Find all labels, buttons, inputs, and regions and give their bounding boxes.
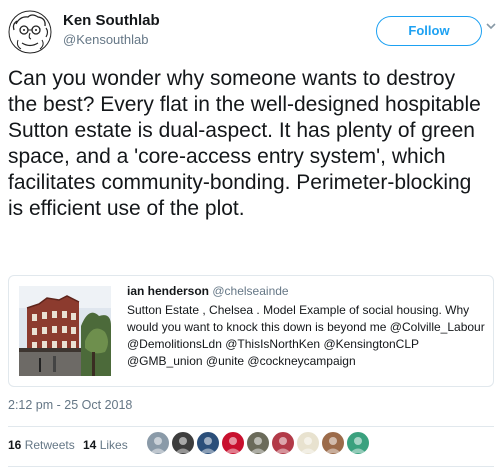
liker-avatar-9[interactable]: [346, 431, 370, 455]
likes-label: Likes: [99, 438, 128, 452]
likes-stat[interactable]: 14 Likes: [83, 438, 128, 452]
liker-avatars: [146, 431, 376, 457]
author-display-name[interactable]: Ken Southlab: [63, 12, 160, 29]
author-avatar[interactable]: [8, 10, 52, 54]
building-photo-icon: [19, 286, 111, 376]
retweets-stat[interactable]: 16 Retweets: [8, 438, 75, 452]
liker-avatar-1[interactable]: [146, 431, 170, 455]
quoted-tweet-card[interactable]: ian henderson @chelseainde Sutton Estate…: [8, 275, 494, 387]
liker-avatar-8[interactable]: [321, 431, 345, 455]
retweets-label: Retweets: [24, 438, 75, 452]
liker-avatar-3[interactable]: [196, 431, 220, 455]
chevron-down-icon[interactable]: [485, 20, 497, 32]
likes-count: 14: [83, 438, 97, 452]
liker-avatar-6[interactable]: [271, 431, 295, 455]
quoted-tweet-text: Sutton Estate , Chelsea . Model Example …: [127, 303, 485, 368]
author-handle[interactable]: @Kensouthlab: [63, 32, 148, 47]
liker-avatar-5[interactable]: [246, 431, 270, 455]
quoted-tweet-author[interactable]: ian henderson @chelseainde: [127, 284, 289, 298]
quoted-handle: @chelseainde: [212, 284, 289, 298]
quoted-tweet-photo[interactable]: [19, 286, 111, 376]
stats-divider-bottom: [8, 466, 494, 467]
liker-avatar-2[interactable]: [171, 431, 195, 455]
tweet-text: Can you wonder why someone wants to dest…: [8, 67, 481, 220]
sketch-face-icon: [8, 10, 52, 54]
quoted-display-name: ian henderson: [127, 284, 210, 298]
tweet-header: Ken Southlab @Kensouthlab Follow: [0, 0, 500, 56]
liker-avatar-7[interactable]: [296, 431, 320, 455]
follow-button[interactable]: Follow: [376, 16, 482, 46]
retweets-count: 16: [8, 438, 22, 452]
tweet-timestamp[interactable]: 2:12 pm - 25 Oct 2018: [8, 398, 132, 412]
liker-avatar-4[interactable]: [221, 431, 245, 455]
stats-divider-top: [8, 426, 494, 427]
